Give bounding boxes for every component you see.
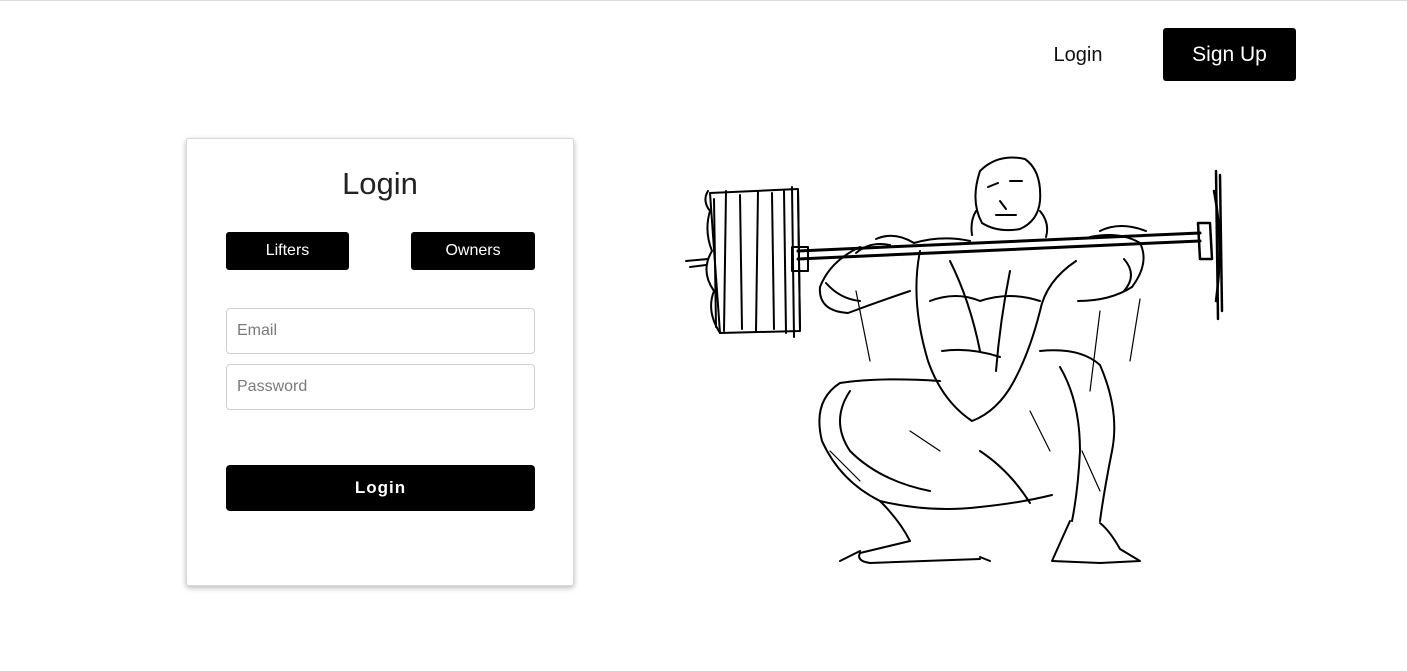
weightlifter-sketch-icon bbox=[685, 156, 1224, 564]
password-field[interactable] bbox=[226, 364, 535, 410]
login-card: Login Lifters Owners Login bbox=[186, 138, 574, 586]
page: Login Sign Up Login Lifters Owners Login bbox=[0, 0, 1407, 671]
lifters-button[interactable]: Lifters bbox=[226, 232, 349, 270]
login-submit-button[interactable]: Login bbox=[226, 465, 535, 511]
nav-login-link[interactable]: Login bbox=[1040, 41, 1116, 69]
nav-signup-button[interactable]: Sign Up bbox=[1163, 28, 1296, 81]
owners-button[interactable]: Owners bbox=[411, 232, 535, 270]
email-field[interactable] bbox=[226, 308, 535, 354]
login-title: Login bbox=[342, 166, 418, 201]
